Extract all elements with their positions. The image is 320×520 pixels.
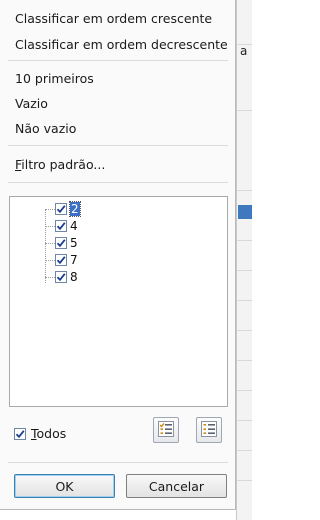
menu-empty[interactable]: Vazio xyxy=(15,96,48,111)
menu-standard-filter-label: iltro padrão... xyxy=(21,157,106,172)
menu-separator xyxy=(8,145,228,146)
value-label: 4 xyxy=(70,219,78,233)
unselect-current-button[interactable] xyxy=(196,417,222,443)
tree-branch xyxy=(45,208,55,210)
grid-line xyxy=(237,420,252,421)
checklist-check-icon xyxy=(158,420,174,440)
value-list[interactable]: 2 4 5 7 8 xyxy=(9,196,228,407)
list-item[interactable]: 7 xyxy=(45,252,78,268)
tree-branch xyxy=(45,276,55,278)
grid-line xyxy=(237,360,252,361)
value-checkbox[interactable] xyxy=(55,254,67,266)
value-label: 8 xyxy=(70,270,78,284)
select-all-toggle[interactable]: Todos xyxy=(14,426,66,441)
menu-top-10[interactable]: 10 primeiros xyxy=(15,71,94,86)
menu-sort-descending[interactable]: Classificar em ordem decrescente xyxy=(15,37,228,52)
select-current-button[interactable] xyxy=(153,417,179,443)
grid-line xyxy=(237,450,252,451)
select-all-checkbox[interactable] xyxy=(14,427,26,440)
tree-branch xyxy=(45,242,55,244)
tree-branch xyxy=(45,225,55,227)
grid-line xyxy=(237,44,252,45)
value-checkbox[interactable] xyxy=(55,220,67,232)
ok-button[interactable]: OK xyxy=(14,474,115,498)
cancel-button[interactable]: Cancelar xyxy=(126,474,227,498)
list-item[interactable]: 4 xyxy=(45,218,78,234)
autofilter-popup: Classificar em ordem crescente Classific… xyxy=(0,0,236,510)
value-label: 7 xyxy=(70,253,78,267)
value-label: 2 xyxy=(69,201,81,217)
grid-line xyxy=(237,240,252,241)
menu-not-empty[interactable]: Não vazio xyxy=(15,121,76,136)
grid-line xyxy=(237,110,252,111)
value-checkbox[interactable] xyxy=(55,271,67,283)
button-separator xyxy=(8,462,228,463)
tree-branch xyxy=(45,259,55,261)
select-all-label: Todos xyxy=(31,426,67,441)
menu-sort-ascending[interactable]: Classificar em ordem crescente xyxy=(15,11,212,26)
value-label: 5 xyxy=(70,236,78,250)
grid-line xyxy=(237,190,252,191)
menu-separator xyxy=(8,60,228,61)
list-item[interactable]: 2 xyxy=(45,201,81,217)
grid-line xyxy=(237,480,252,481)
grid-line xyxy=(237,330,252,331)
grid-line xyxy=(237,270,252,271)
menu-standard-filter[interactable]: Filtro padrão... xyxy=(15,157,105,172)
cell-text: a xyxy=(240,44,248,58)
spreadsheet-background: a xyxy=(236,0,252,520)
grid-line xyxy=(237,300,252,301)
grid-line xyxy=(237,390,252,391)
selected-cell xyxy=(238,205,252,219)
checklist-uncheck-icon xyxy=(201,420,217,440)
value-checkbox[interactable] xyxy=(55,237,67,249)
menu-separator xyxy=(8,182,228,183)
value-checkbox[interactable] xyxy=(55,203,67,215)
list-item[interactable]: 5 xyxy=(45,235,78,251)
list-item[interactable]: 8 xyxy=(45,269,78,285)
